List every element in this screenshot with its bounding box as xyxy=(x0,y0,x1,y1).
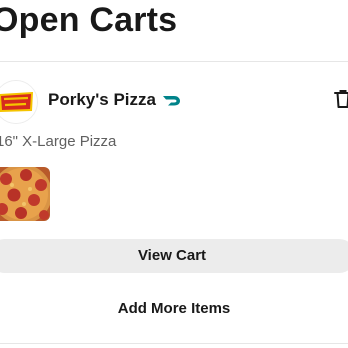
divider xyxy=(0,343,348,344)
cart-item-title: 16" X-Large Pizza xyxy=(0,133,117,150)
porkys-pizza-logo-icon xyxy=(0,81,37,123)
add-more-items-button[interactable]: Add More Items xyxy=(0,292,348,326)
cart-item-thumbnail[interactable] xyxy=(0,167,50,221)
dashpass-icon xyxy=(163,96,180,106)
store-name[interactable]: Porky's Pizza xyxy=(48,89,156,111)
view-cart-button[interactable]: View Cart xyxy=(0,239,348,273)
trash-icon[interactable] xyxy=(334,89,348,109)
divider xyxy=(0,61,348,62)
pepperoni-pizza-icon xyxy=(0,167,50,221)
store-logo[interactable] xyxy=(0,80,38,124)
page-title: Open Carts xyxy=(0,1,178,39)
